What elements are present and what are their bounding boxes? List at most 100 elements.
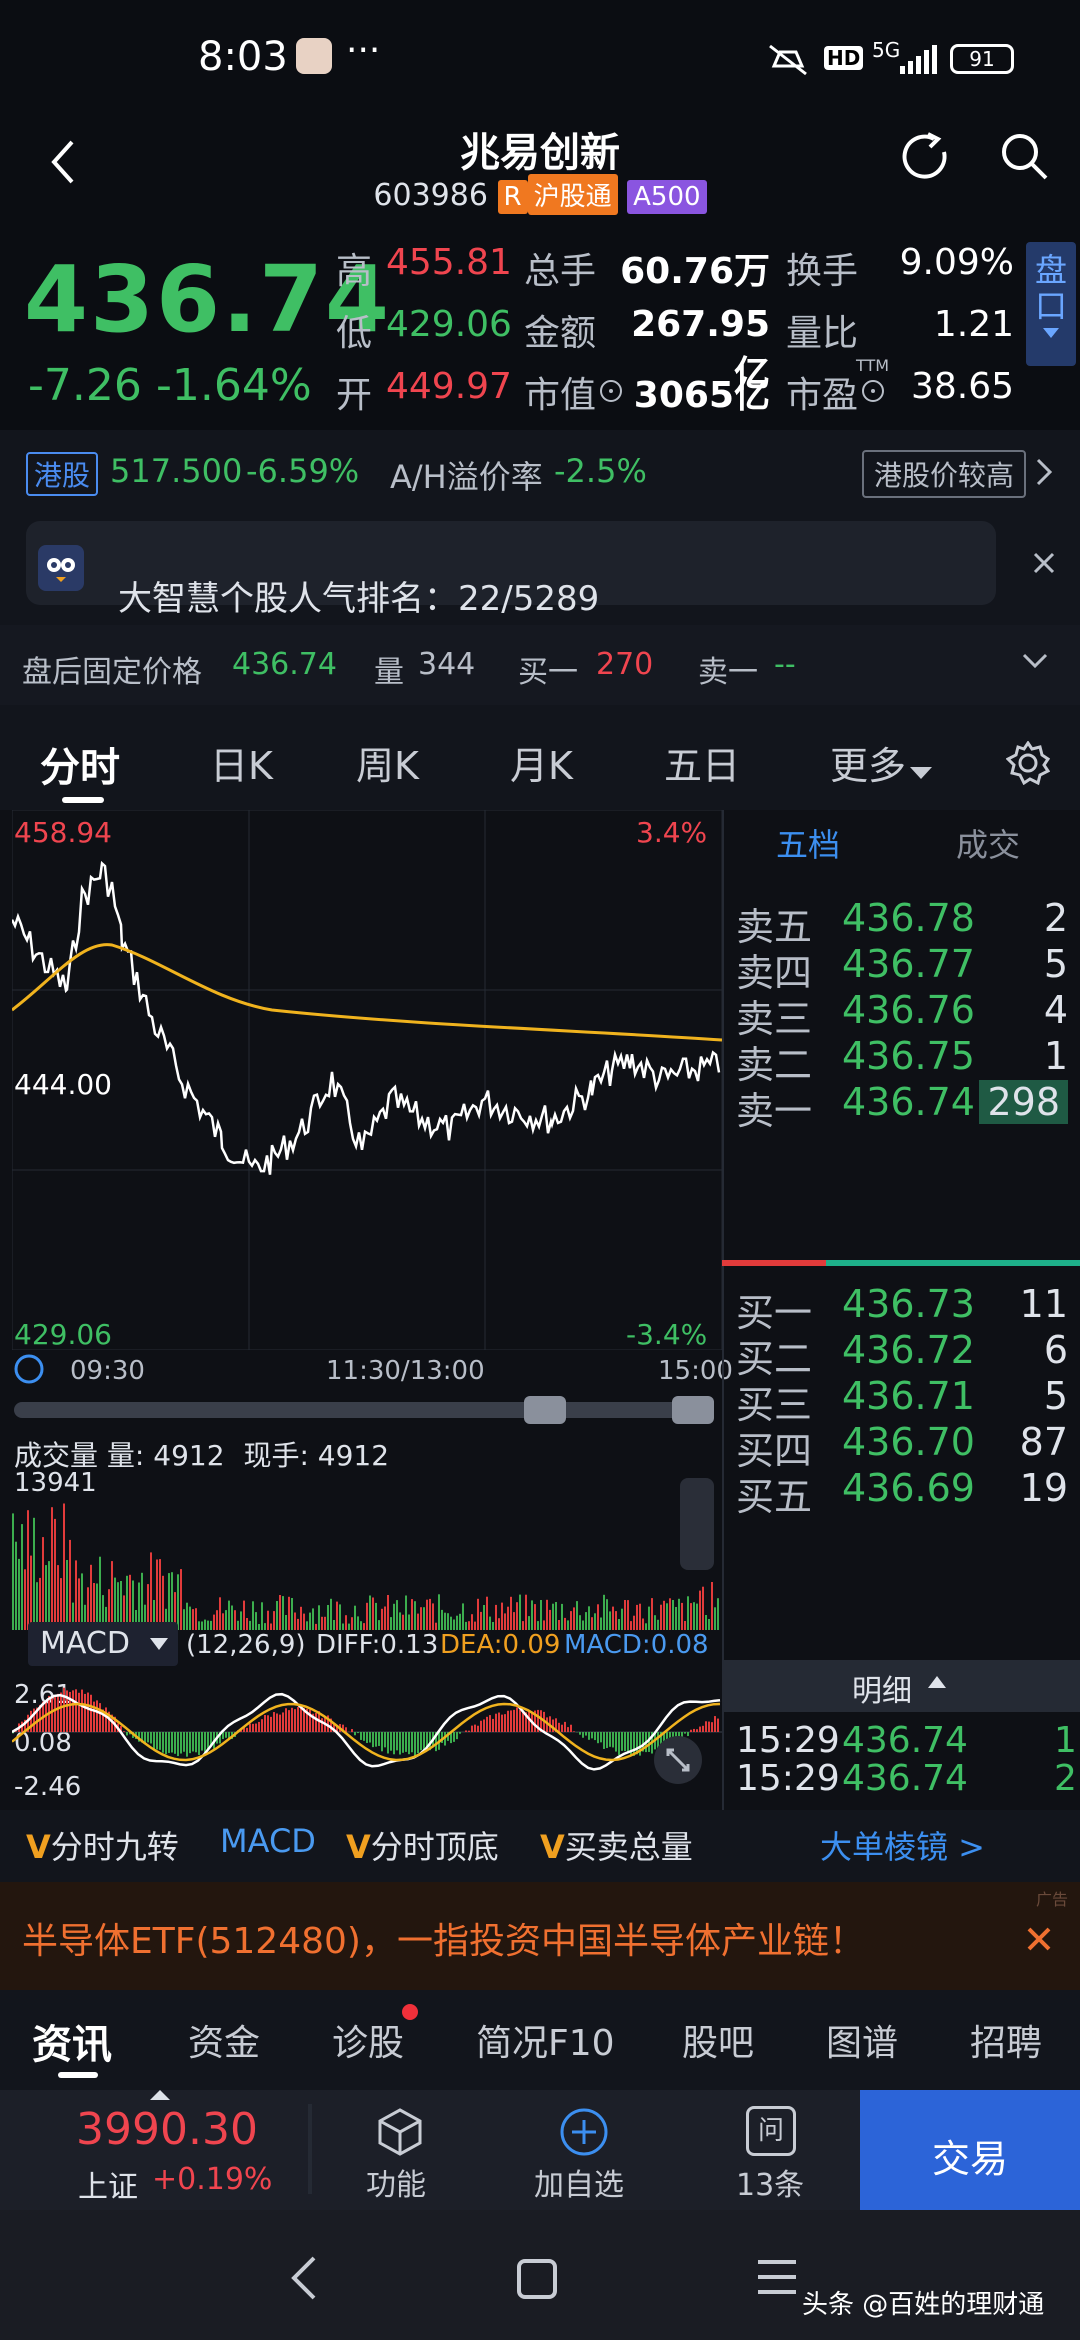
volume-bar xyxy=(648,1606,650,1630)
volume-bar xyxy=(69,1539,71,1630)
bid-level-5[interactable]: 买五 436.69 19 xyxy=(736,1458,1080,1524)
cube-icon[interactable] xyxy=(374,2106,426,2158)
range-handle-right[interactable] xyxy=(672,1396,714,1424)
hk-share-row[interactable]: 港股 517.500 -6.59% A/H溢价率 -2.5% 港股价较高 xyxy=(0,430,1080,515)
volume-bar xyxy=(156,1559,158,1630)
volume-bar xyxy=(183,1609,185,1630)
caret-down-icon xyxy=(1043,328,1059,338)
trade-button[interactable]: 交易 xyxy=(860,2090,1080,2210)
nav-menu-icon[interactable] xyxy=(756,2256,798,2298)
macd-bar xyxy=(159,1732,161,1750)
macd-bar xyxy=(60,1692,62,1732)
fullscreen-button[interactable] xyxy=(654,1736,702,1784)
refresh-icon[interactable] xyxy=(900,130,954,184)
after-hours-label: 盘后固定价格 xyxy=(22,655,202,690)
search-icon[interactable] xyxy=(998,130,1052,184)
indicator-tab-nine-turn[interactable]: V分时九转 xyxy=(26,1822,179,1868)
notification-dot xyxy=(402,2004,418,2020)
tab-monthly-k[interactable]: 月K xyxy=(510,735,573,790)
macd-bar xyxy=(258,1721,260,1732)
tab-weekly-k[interactable]: 周K xyxy=(356,735,419,790)
volume-bar xyxy=(213,1614,215,1630)
nav-back-icon[interactable] xyxy=(286,2254,322,2302)
tab-intraday[interactable]: 分时 xyxy=(40,735,120,793)
tab-diagnosis[interactable]: 诊股 xyxy=(332,2014,404,2066)
tab-f10[interactable]: 简况F10 xyxy=(476,2014,615,2066)
macd-bar xyxy=(489,1715,491,1732)
volume-bar xyxy=(621,1608,623,1630)
order-panel-toggle[interactable]: 盘口 xyxy=(1026,242,1076,366)
volume-bar xyxy=(339,1604,341,1630)
tab-news[interactable]: 资讯 xyxy=(32,2012,112,2070)
detail-header[interactable]: 明细 xyxy=(722,1660,1080,1712)
settings-gear-icon[interactable] xyxy=(1006,741,1050,785)
hk-compare-button[interactable]: 港股价较高 xyxy=(862,450,1027,498)
tab-five-level[interactable]: 五档 xyxy=(776,820,840,866)
macd-bar xyxy=(378,1732,380,1746)
ask-level-5[interactable]: 卖一 436.74 298 xyxy=(736,1072,1080,1138)
volume-bar xyxy=(57,1565,59,1630)
range-handle-left[interactable] xyxy=(524,1396,566,1424)
macd-bar xyxy=(78,1692,80,1732)
volume-bar xyxy=(669,1598,671,1630)
macd-bar xyxy=(204,1732,206,1753)
macd-bar xyxy=(408,1732,410,1755)
tab-trades[interactable]: 成交 xyxy=(956,820,1020,866)
volume-bar xyxy=(33,1517,35,1630)
tab-graph[interactable]: 图谱 xyxy=(826,2014,898,2066)
close-icon[interactable] xyxy=(1032,551,1056,575)
tab-five-day[interactable]: 五日 xyxy=(664,735,740,790)
macd-bar xyxy=(294,1709,296,1732)
intraday-price-chart[interactable] xyxy=(12,810,722,1350)
volume-bar xyxy=(198,1621,200,1630)
macd-bar xyxy=(597,1732,599,1744)
after-hours-vol: 344 xyxy=(418,647,476,682)
after-hours-row[interactable]: 盘后固定价格 436.74 量 344 买一 270 卖一 -- xyxy=(0,625,1080,705)
play-circle-icon[interactable] xyxy=(12,1352,46,1386)
macd-selector[interactable]: MACD xyxy=(28,1622,178,1666)
indicator-tab-macd[interactable]: MACD xyxy=(220,1822,316,1860)
popularity-banner[interactable]: 大智慧个股人气排名：22/5289 xyxy=(0,515,1080,619)
macd-bar xyxy=(201,1732,203,1751)
tab-jobs[interactable]: 招聘 xyxy=(970,2014,1042,2066)
tab-daily-k[interactable]: 日K xyxy=(210,735,273,790)
nav-home-icon[interactable] xyxy=(516,2258,558,2300)
macd-bar xyxy=(705,1721,707,1732)
volume-bar xyxy=(48,1561,50,1630)
macd-bar xyxy=(594,1732,596,1741)
index-value[interactable]: 3990.30 xyxy=(76,2104,258,2155)
macd-bar xyxy=(273,1712,275,1732)
index-name: 上证 xyxy=(78,2170,138,2205)
macd-bar xyxy=(192,1732,194,1752)
ad-tag: 广告 xyxy=(1036,1890,1069,1909)
macd-bar xyxy=(54,1696,56,1732)
volume-bar xyxy=(477,1598,479,1630)
volume-bar xyxy=(522,1621,524,1630)
tab-forum[interactable]: 股吧 xyxy=(682,2014,754,2066)
volume-bar xyxy=(420,1607,422,1630)
macd-bar xyxy=(570,1724,572,1732)
volume-bar xyxy=(525,1594,527,1630)
back-icon[interactable] xyxy=(44,134,84,190)
indicator-tab-bid-ask-total[interactable]: V买卖总量 xyxy=(540,1822,693,1868)
chevron-down-icon[interactable] xyxy=(1020,651,1050,671)
tab-more[interactable]: 更多 xyxy=(830,735,933,790)
volume-bar xyxy=(267,1610,269,1630)
after-hours-ask-label: 卖一 xyxy=(698,655,758,690)
collapse-handle[interactable] xyxy=(680,1478,714,1570)
add-circle-icon[interactable] xyxy=(558,2106,610,2158)
big-order-link[interactable]: 大单棱镜 > xyxy=(820,1822,985,1868)
ad-close-icon[interactable] xyxy=(1026,1926,1052,1952)
question-icon[interactable]: 问 xyxy=(746,2106,796,2156)
indicator-tab-top-bottom[interactable]: V分时顶底 xyxy=(346,1822,499,1868)
volume-bar xyxy=(369,1595,371,1630)
volume-bar xyxy=(624,1600,626,1630)
time-range-scrollbar[interactable] xyxy=(14,1402,714,1418)
macd-bar xyxy=(63,1687,65,1732)
macd-bar xyxy=(75,1689,77,1732)
ad-banner[interactable]: 半导体ETF(512480)，一指投资中国半导体产业链！ 广告 xyxy=(0,1882,1080,1990)
volume-bar xyxy=(327,1605,329,1630)
tab-funds[interactable]: 资金 xyxy=(188,2014,260,2066)
volume-bar xyxy=(558,1620,560,1630)
expand-icon xyxy=(666,1748,690,1772)
